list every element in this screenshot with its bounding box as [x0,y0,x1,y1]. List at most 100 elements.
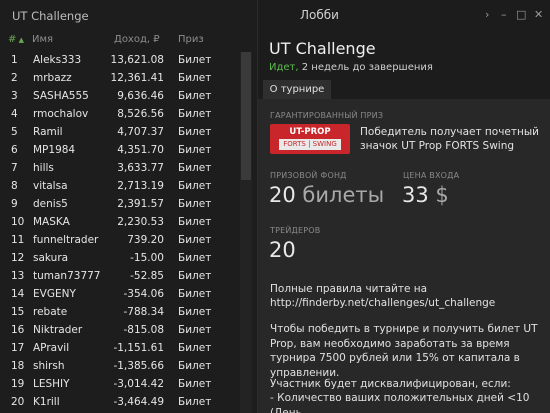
name-cell: funneltrader [33,234,99,246]
table-row[interactable]: 16 Niktrader -815.08 Билет [0,322,240,340]
prize-cell: Билет [178,108,212,120]
table-row[interactable]: 4 rmochalov 8,526.56 Билет [0,106,240,124]
name-cell: MP1984 [33,144,76,156]
leaderboard-title: UT Challenge [12,9,89,23]
rank-cell: 2 [11,72,18,84]
rank-cell: 3 [11,90,18,102]
maximize-icon[interactable]: □ [516,8,526,21]
income-cell: 4,707.37 [117,126,164,138]
income-cell: -354.06 [123,288,164,300]
status-running: Идет, [269,62,299,73]
entry-price-value: 33 $ [402,183,449,207]
name-cell: K1rill [33,396,60,408]
minimize-icon[interactable]: – [501,8,507,21]
table-row[interactable]: 12 sakura -15.00 Билет [0,250,240,268]
table-row[interactable]: 6 MP1984 4,351.70 Билет [0,142,240,160]
income-cell: 9,636.46 [117,90,164,102]
income-cell: -788.34 [123,306,164,318]
table-row[interactable]: 7 hills 3,633.77 Билет [0,160,240,178]
forward-icon[interactable]: › [485,8,489,21]
about-content: ГАРАНТИРОВАННЫЙ ПРИЗ UT-PROP FORTS | SWI… [258,99,550,413]
name-cell: SASHA555 [33,90,89,102]
income-cell: -3,464.49 [113,396,164,408]
prize-cell: Билет [178,270,212,282]
table-row[interactable]: 8 vitalsa 2,713.19 Билет [0,178,240,196]
table-row[interactable]: 10 MASKA 2,230.53 Билет [0,214,240,232]
prize-cell: Билет [178,90,212,102]
income-cell: 8,526.56 [117,108,164,120]
table-row[interactable]: 11 funneltrader 739.20 Билет [0,232,240,250]
table-row[interactable]: 20 K1rill -3,464.49 Билет [0,394,240,412]
table-row[interactable]: 2 mrbazz 12,361.41 Билет [0,70,240,88]
column-header-income[interactable]: Доход, ₽ [114,34,160,45]
column-header-prize[interactable]: Приз [178,34,204,45]
rank-cell: 5 [11,126,18,138]
rank-cell: 7 [11,162,18,174]
table-row[interactable]: 3 SASHA555 9,636.46 Билет [0,88,240,106]
rank-cell: 18 [11,360,25,372]
prize-cell: Билет [178,234,212,246]
rank-cell: 20 [11,396,25,408]
rank-cell: 11 [11,234,25,246]
name-cell: Ramil [33,126,63,138]
income-cell: -3,014.42 [113,378,164,390]
rank-cell: 15 [11,306,25,318]
name-cell: APravil [33,342,70,354]
rules-intro: Полные правила читайте на [270,283,428,295]
challenge-title: UT Challenge [269,39,376,58]
prize-cell: Билет [178,306,212,318]
rank-cell: 19 [11,378,25,390]
income-cell: 4,351.70 [117,144,164,156]
income-cell: -52.85 [130,270,164,282]
table-row[interactable]: 15 rebate -788.34 Билет [0,304,240,322]
income-cell: 739.20 [127,234,164,246]
name-cell: mrbazz [33,72,72,84]
table-row[interactable]: 18 shirsh -1,385.66 Билет [0,358,240,376]
name-cell: sakura [33,252,69,264]
rank-cell: 16 [11,324,25,336]
income-cell: 12,361.41 [110,72,164,84]
lobby-panel: Лобби › – □ ✕ UT Challenge Идет, 2 недел… [257,0,550,413]
rank-cell: 4 [11,108,18,120]
leaderboard-rows: 1 Aleks333 13,621.08 Билет 2 mrbazz 12,361.41 Б… [0,52,240,413]
column-header-name[interactable]: Имя [32,34,53,45]
table-row[interactable]: 19 LESHIY -3,014.42 Билет [0,376,240,394]
table-row[interactable]: 1 Aleks333 13,621.08 Билет [0,52,240,70]
income-cell: -1,151.61 [113,342,164,354]
entry-price-label: ЦЕНА ВХОДА [403,171,460,180]
table-row[interactable]: 13 tuman73777 -52.85 Билет [0,268,240,286]
prize-cell: Билет [178,216,212,228]
prize-cell: Билет [178,144,212,156]
name-cell: tuman73777 [33,270,101,282]
rules-link[interactable]: http://finderby.net/challenges/ut_challe… [270,296,540,311]
rank-cell: 13 [11,270,25,282]
table-row[interactable]: 17 APravil -1,151.61 Билет [0,340,240,358]
rank-cell: 8 [11,180,18,192]
scrollbar-thumb[interactable] [241,52,251,180]
table-row[interactable]: 9 denis5 2,391.57 Билет [0,196,240,214]
prize-fund-label: ПРИЗОВОЙ ФОНД [270,171,347,180]
rank-cell: 6 [11,144,18,156]
app-window: UT Challenge # ▲ Имя Доход, ₽ Приз 1 Alek… [0,0,550,413]
badge-title: UT-PROP [289,127,331,137]
income-cell: 13,621.08 [110,54,164,66]
income-cell: -1,385.66 [113,360,164,372]
income-cell: 2,230.53 [117,216,164,228]
lobby-title: Лобби [300,8,339,22]
badge-subtitle: FORTS | SWING [279,139,341,150]
name-cell: LESHIY [33,378,70,390]
close-icon[interactable]: ✕ [534,8,543,21]
table-row[interactable]: 5 Ramil 4,707.37 Билет [0,124,240,142]
column-header-rank[interactable]: # ▲ [8,34,24,45]
income-cell: 3,633.77 [117,162,164,174]
prize-cell: Билет [178,126,212,138]
rank-cell: 9 [11,198,18,210]
prize-cell: Билет [178,162,212,174]
prize-cell: Билет [178,72,212,84]
traders-value: 20 [269,238,296,262]
table-row[interactable]: 14 EVGENY -354.06 Билет [0,286,240,304]
name-cell: Aleks333 [33,54,82,66]
name-cell: vitalsa [33,180,68,192]
tab-about[interactable]: О турнире [263,80,331,99]
rank-cell: 17 [11,342,25,354]
